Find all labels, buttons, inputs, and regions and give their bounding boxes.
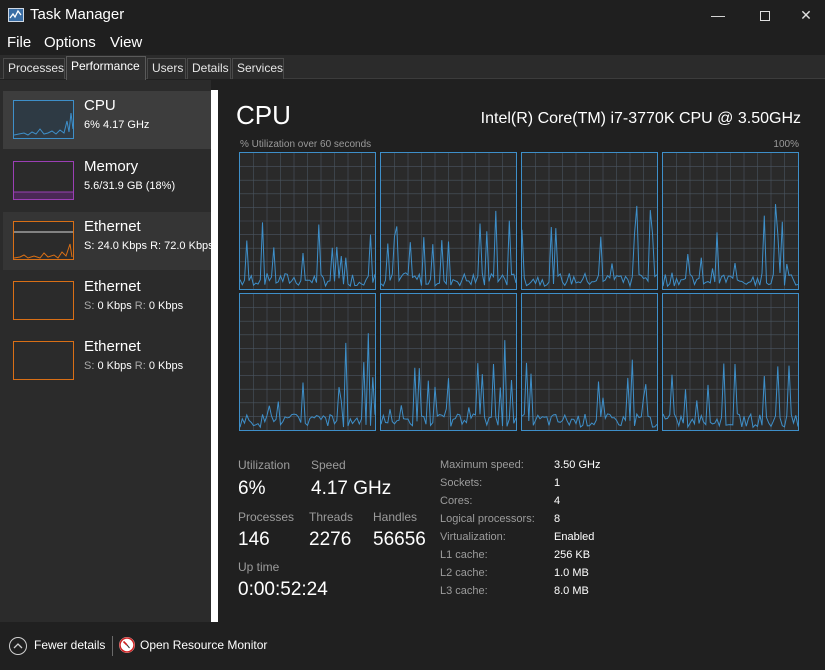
spec-value: 8 [554, 513, 561, 525]
threads-value: 2276 [309, 529, 352, 550]
utilization-value: 6% [238, 478, 266, 499]
window-title: Task Manager [30, 6, 125, 23]
processes-label: Processes [238, 510, 295, 524]
handles-label: Handles [373, 510, 418, 524]
spec-label: Logical processors: [440, 513, 535, 525]
speed-label: Speed [311, 458, 346, 472]
logical-processor-graph [662, 152, 799, 290]
menu-bar: File Options View [0, 31, 825, 55]
spec-label: L3 cache: [440, 585, 488, 597]
task-manager-icon [8, 8, 24, 22]
sidebar-item-ethernet-2[interactable]: Ethernet S: 0 Kbps R: 0 Kbps [3, 272, 211, 330]
sidebar-item-title: CPU [84, 97, 116, 114]
uptime-label: Up time [238, 560, 280, 574]
sidebar-item-ethernet-3[interactable]: Ethernet S: 0 Kbps R: 0 Kbps [3, 332, 211, 390]
core-graphs-grid [239, 152, 800, 433]
processes-value: 146 [238, 529, 270, 550]
footer-separator [112, 636, 113, 656]
resource-monitor-icon[interactable] [119, 637, 135, 653]
graph-caption: % Utilization over 60 seconds [240, 139, 372, 150]
memory-thumbnail-graph [13, 161, 74, 200]
sidebar-item-title: Ethernet [84, 278, 141, 295]
logical-processor-graph [521, 293, 658, 431]
sidebar-item-title: Ethernet [84, 338, 141, 355]
speed-value: 4.17 GHz [311, 478, 392, 499]
sidebar-item-subtitle: 5.6/31.9 GB (18%) [84, 180, 176, 192]
spec-value: 1.0 MB [554, 567, 589, 579]
logical-processor-graph [521, 152, 658, 290]
ethernet-thumbnail-graph [13, 281, 74, 320]
spec-label: L1 cache: [440, 549, 488, 561]
footer-bar: Fewer details Open Resource Monitor [0, 622, 825, 670]
sidebar-item-title: Ethernet [84, 218, 141, 235]
tab-services[interactable]: Services [232, 58, 284, 79]
maximize-icon [760, 11, 770, 22]
tab-details[interactable]: Details [187, 58, 231, 79]
performance-sidebar: CPU 6% 4.17 GHz Memory 5.6/31.9 GB (18%)… [0, 80, 214, 622]
uptime-value: 0:00:52:24 [238, 579, 328, 600]
menu-view[interactable]: View [110, 34, 142, 51]
spec-label: Virtualization: [440, 531, 506, 543]
spec-value: 3.50 GHz [554, 459, 601, 471]
utilization-label: Utilization [238, 458, 291, 472]
graph-max-label: 100% [773, 139, 799, 150]
fewer-details-link[interactable]: Fewer details [34, 638, 105, 652]
pane-splitter[interactable] [211, 90, 218, 622]
ethernet-thumbnail-graph [13, 221, 74, 260]
close-button[interactable]: ✕ [785, 0, 825, 31]
page-title: CPU [236, 100, 291, 130]
handles-value: 56656 [373, 529, 426, 550]
cpu-thumbnail-graph [13, 100, 74, 139]
sidebar-item-subtitle: S: 0 Kbps R: 0 Kbps [84, 360, 184, 372]
logical-processor-graph [662, 293, 799, 431]
chevron-up-icon[interactable] [9, 637, 27, 655]
spec-value: 8.0 MB [554, 585, 589, 597]
menu-file[interactable]: File [7, 34, 31, 51]
tab-users[interactable]: Users [147, 58, 186, 79]
tab-performance[interactable]: Performance [66, 56, 146, 80]
tab-bar: Processes Performance Users Details Serv… [0, 55, 825, 80]
cpu-model-name: Intel(R) Core(TM) i7-3770K CPU @ 3.50GHz [480, 110, 801, 127]
spec-value: 4 [554, 495, 561, 507]
spec-label: Cores: [440, 495, 473, 507]
sidebar-item-subtitle: 6% 4.17 GHz [84, 119, 150, 131]
threads-label: Threads [309, 510, 354, 524]
spec-label: Maximum speed: [440, 459, 524, 471]
ethernet-thumbnail-graph [13, 341, 74, 380]
title-bar: Task Manager — ✕ [0, 0, 825, 31]
spec-value: Enabled [554, 531, 595, 543]
spec-label: Sockets: [440, 477, 483, 489]
spec-value: 256 KB [554, 549, 591, 561]
sidebar-item-ethernet-1[interactable]: Ethernet S: 24.0 Kbps R: 72.0 Kbps [3, 212, 214, 270]
spec-value: 1 [554, 477, 561, 489]
minimize-button[interactable]: — [697, 0, 739, 31]
sidebar-item-cpu[interactable]: CPU 6% 4.17 GHz [3, 91, 211, 149]
logical-processor-graph [239, 152, 376, 290]
tab-processes[interactable]: Processes [3, 58, 65, 79]
logical-processor-graph [239, 293, 376, 431]
sidebar-item-subtitle: S: 0 Kbps R: 0 Kbps [84, 300, 184, 312]
menu-options[interactable]: Options [44, 34, 96, 51]
sidebar-item-subtitle: S: 24.0 Kbps R: 72.0 Kbps [84, 240, 214, 252]
spec-label: L2 cache: [440, 567, 488, 579]
maximize-button[interactable] [744, 0, 786, 31]
open-resource-monitor-link[interactable]: Open Resource Monitor [140, 638, 267, 652]
logical-processor-graph [380, 293, 517, 431]
cpu-detail-pane: CPU Intel(R) Core(TM) i7-3770K CPU @ 3.5… [218, 80, 825, 622]
logical-processor-graph [380, 152, 517, 290]
sidebar-item-title: Memory [84, 158, 139, 175]
sidebar-item-memory[interactable]: Memory 5.6/31.9 GB (18%) [3, 152, 211, 210]
